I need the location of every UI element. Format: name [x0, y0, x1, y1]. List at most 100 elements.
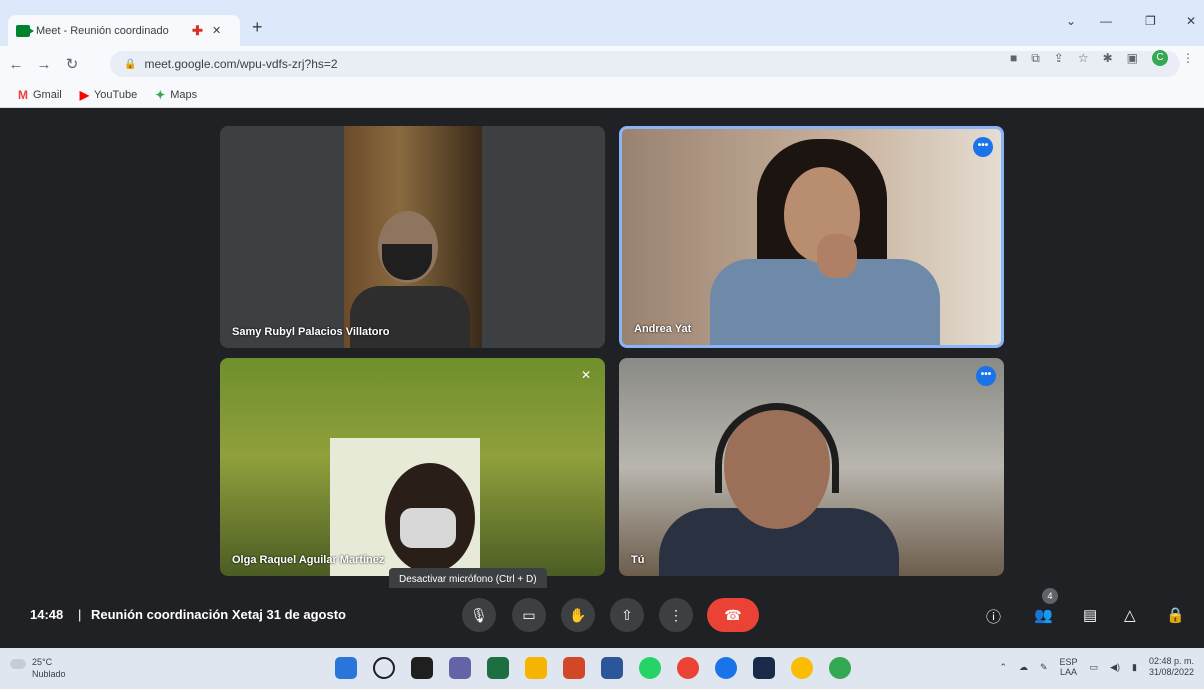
meeting-details-icon[interactable]: ⓘ [986, 606, 1001, 627]
bookmark-label: YouTube [93, 88, 138, 101]
participant-name: Samy Rubyl Palacios Villatoro [232, 326, 390, 338]
whatsapp-icon[interactable] [639, 657, 661, 679]
participant-video [350, 286, 470, 348]
weather-temp: 25°C [32, 657, 53, 667]
cast-icon[interactable]: ⧉ [1031, 51, 1040, 66]
toolbar-icons: ■ ⧉ ⇪ ☆ ✱ ▣ C ⋮ [1010, 50, 1194, 66]
tab-close-button[interactable]: ✕ [212, 24, 221, 37]
reload-icon[interactable]: ↻ [60, 55, 84, 73]
youtube-icon: ▶ [79, 87, 89, 102]
new-tab-button[interactable]: + [252, 17, 263, 38]
search-icon[interactable] [373, 657, 395, 679]
task-view-icon[interactable] [411, 657, 433, 679]
bookmark-gmail[interactable]: M Gmail [18, 88, 62, 102]
leave-call-button[interactable]: ☎ [707, 598, 759, 632]
volume-icon[interactable]: ◀) [1110, 662, 1120, 673]
present-screen-button[interactable]: ⇧ [610, 598, 644, 632]
meet-control-bar: 14:48 | Reunión coordinación Xetaj 31 de… [0, 588, 1204, 640]
powerpoint-icon[interactable] [563, 657, 585, 679]
mic-off-icon: ✕ [580, 368, 591, 382]
chrome-icon[interactable] [677, 657, 699, 679]
system-tray: ⌃ ☁ ✎ ESP LAA ▭ ◀) ▮ 02:48 p. m. 31/08/2… [999, 656, 1194, 678]
meeting-clock: 14:48 [30, 607, 64, 622]
taskbar-time: 02:48 p. m. [1148, 656, 1194, 666]
recording-icon: ✚ [192, 22, 203, 38]
chrome-alt-icon[interactable] [829, 657, 851, 679]
participant-tile-active-speaker[interactable]: ••• Andrea Yat [619, 126, 1004, 348]
telegram-icon[interactable] [715, 657, 737, 679]
maximize-button[interactable]: ❐ [1145, 14, 1156, 28]
participant-tile[interactable]: ✕ Olga Raquel Aguilar Martínez [220, 358, 605, 576]
chat-icon[interactable]: ▤ [1083, 606, 1097, 624]
maps-icon: ✦ [155, 87, 166, 102]
camera-button[interactable]: ▭ [512, 598, 546, 632]
participant-tile[interactable]: Samy Rubyl Palacios Villatoro [220, 126, 605, 348]
participant-video [400, 508, 456, 548]
extensions-icon[interactable]: ✱ [1103, 51, 1113, 65]
word-icon[interactable] [601, 657, 623, 679]
menu-icon[interactable]: ⋮ [1182, 51, 1194, 65]
teams-icon[interactable] [449, 657, 471, 679]
participant-name: Olga Raquel Aguilar Martínez [232, 554, 385, 566]
weather-desc: Nublado [32, 669, 66, 679]
clock-date[interactable]: 02:48 p. m. 31/08/2022 [1149, 656, 1194, 678]
url-text: meet.google.com/wpu-vdfs-zrj?hs=2 [144, 57, 338, 71]
activities-icon[interactable]: △ [1124, 606, 1136, 624]
more-options-button[interactable]: ⋮ [659, 598, 693, 632]
lock-icon: 🔒 [124, 58, 137, 70]
meeting-title: Reunión coordinación Xetaj 31 de agosto [91, 607, 346, 622]
taskbar-apps [335, 657, 851, 679]
forward-icon[interactable]: → [32, 56, 56, 73]
lang-layout: LAA [1060, 667, 1078, 677]
host-controls-icon[interactable]: 🔒 [1166, 606, 1185, 624]
pen-icon[interactable]: ✎ [1040, 662, 1048, 673]
back-icon[interactable]: ← [4, 56, 28, 73]
audio-level-icon[interactable]: ••• [976, 366, 996, 386]
battery-icon[interactable]: ▮ [1132, 662, 1137, 673]
microphone-button[interactable]: 🎙 [462, 598, 496, 632]
more-options-icon[interactable]: ••• [973, 137, 993, 157]
language-indicator[interactable]: ESP LAA [1060, 657, 1078, 677]
gmail-icon: M [18, 87, 28, 102]
tab-title: Meet - Reunión coordinado [36, 24, 169, 37]
chevron-up-icon[interactable]: ⌃ [999, 662, 1007, 673]
bookmark-maps[interactable]: ✦ Maps [155, 88, 197, 102]
network-icon[interactable]: ▭ [1090, 662, 1099, 673]
participant-count-badge: 4 [1042, 588, 1058, 604]
participant-video [817, 234, 857, 278]
browser-tab[interactable]: Meet - Reunión coordinado ✚ ✕ [8, 15, 240, 46]
camera-indicator-icon[interactable]: ■ [1010, 51, 1017, 65]
bookmark-youtube[interactable]: ▶ YouTube [80, 88, 137, 102]
self-view-tile[interactable]: ••• Tú [619, 358, 1004, 576]
windows-taskbar: 25°C Nublado ⌃ ☁ ✎ ESP LAA ▭ ◀) ▮ 02:48 … [0, 648, 1204, 689]
bookmark-label: Gmail [33, 88, 62, 101]
browser-titlebar: Meet - Reunión coordinado ✚ ✕ + ⌄ — ❐ ✕ [0, 0, 1204, 46]
close-window-button[interactable]: ✕ [1186, 14, 1196, 28]
weather-widget[interactable]: 25°C Nublado [10, 656, 66, 680]
file-explorer-icon[interactable] [525, 657, 547, 679]
participant-name: Andrea Yat [634, 323, 692, 335]
cloud-tray-icon[interactable]: ☁ [1019, 662, 1028, 673]
chrome-profile-icon[interactable] [791, 657, 813, 679]
people-icon[interactable]: 👥 [1034, 606, 1053, 624]
lang-code: ESP [1059, 657, 1078, 667]
cloud-icon [10, 659, 26, 669]
excel-icon[interactable] [487, 657, 509, 679]
headset-icon [715, 403, 839, 493]
tab-search-icon[interactable]: ⌄ [1066, 14, 1076, 28]
profile-avatar[interactable]: C [1152, 50, 1168, 66]
participant-name: Tú [631, 554, 645, 566]
start-icon[interactable] [335, 657, 357, 679]
zoom-icon[interactable] [753, 657, 775, 679]
divider: | [78, 607, 82, 622]
bookmark-label: Maps [170, 88, 198, 101]
star-icon[interactable]: ☆ [1078, 51, 1089, 65]
taskbar-date: 31/08/2022 [1148, 667, 1194, 677]
raise-hand-button[interactable]: ✋ [561, 598, 595, 632]
meet-favicon-icon [16, 24, 34, 37]
meet-video-grid: Samy Rubyl Palacios Villatoro ••• Andrea… [0, 108, 1204, 648]
bookmarks-bar: M Gmail ▶ YouTube ✦ Maps [0, 82, 1204, 108]
sidebar-icon[interactable]: ▣ [1127, 51, 1138, 65]
minimize-button[interactable]: — [1100, 14, 1112, 28]
share-icon[interactable]: ⇪ [1054, 51, 1064, 65]
